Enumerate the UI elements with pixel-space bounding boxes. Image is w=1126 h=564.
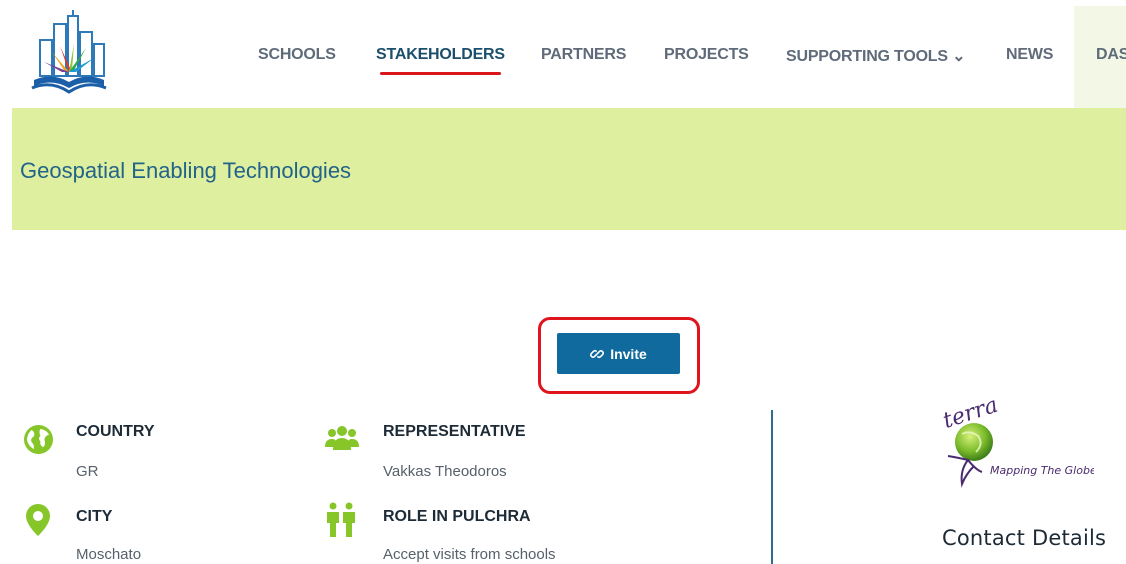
detail-value: Accept visits from schools [383,546,556,563]
invite-button[interactable]: Invite [557,333,680,374]
detail-label: CITY [76,508,113,525]
detail-value: Moschato [76,546,142,563]
link-icon [590,349,605,358]
detail-value: GR [76,463,99,480]
detail-label: ROLE IN PULCHRA [383,508,531,525]
nav-news[interactable]: NEWS [1006,46,1053,64]
site-logo[interactable] [24,10,114,100]
terra-logo: terra Mapping The Globe [940,400,1094,488]
nav-stakeholders[interactable]: STAKEHOLDERS [376,46,505,75]
map-pin-icon [26,504,50,536]
nav-projects[interactable]: PROJECTS [664,46,749,64]
detail-value: Vakkas Theodoros [383,463,507,480]
site-header: SCHOOLS STAKEHOLDERS PARTNERS PROJECTS S… [0,0,1126,108]
vertical-divider [771,410,773,564]
page-title: Geospatial Enabling Technologies [20,158,352,183]
nav-supporting-tools[interactable]: SUPPORTING TOOLS ⌄ [786,46,966,66]
globe-icon [23,424,54,455]
invite-label: Invite [610,345,647,362]
contact-details-heading: Contact Details [942,526,1107,550]
group-icon [325,426,359,450]
nav-dashboard[interactable]: DAS [1096,46,1126,64]
detail-label: REPRESENTATIVE [383,423,526,440]
terra-logo-tagline: Mapping The Globe [990,464,1094,477]
nav-partners[interactable]: PARTNERS [541,46,626,64]
people-icon [327,502,355,537]
detail-label: COUNTRY [76,423,155,440]
nav-schools[interactable]: SCHOOLS [258,46,336,64]
page-banner: Geospatial Enabling Technologies [12,108,1126,230]
